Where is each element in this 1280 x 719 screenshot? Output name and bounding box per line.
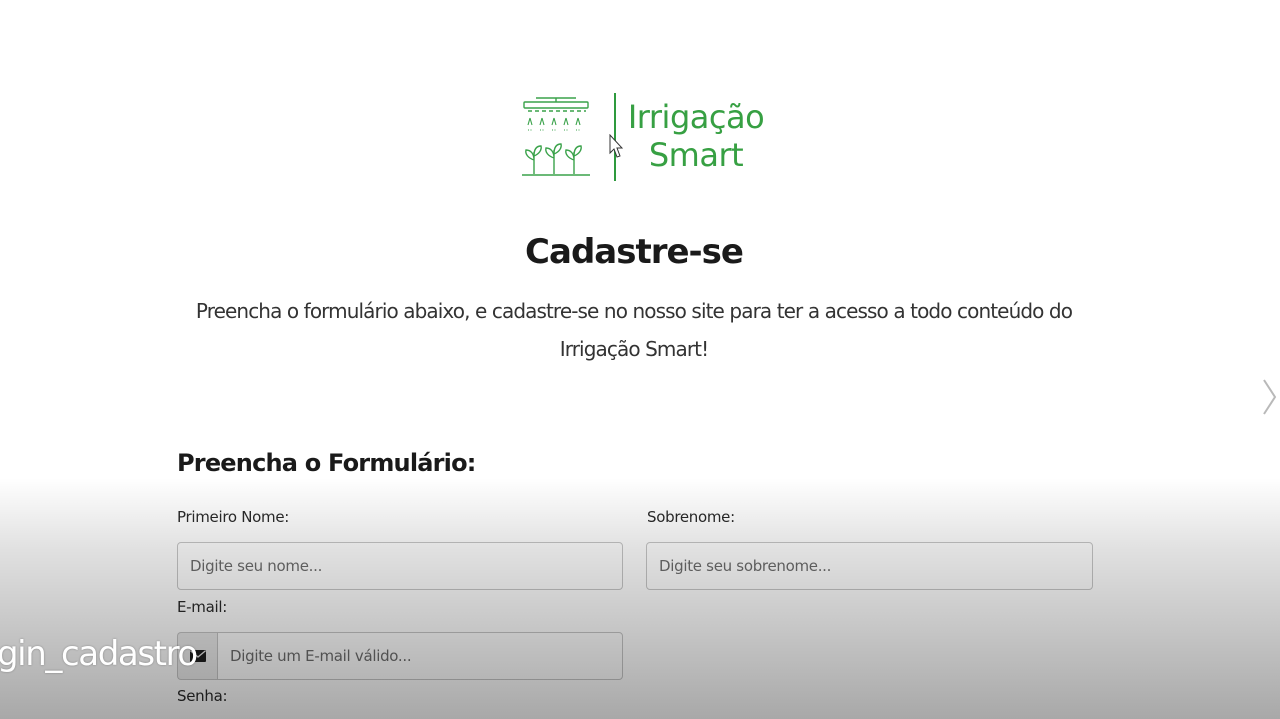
brand-name-line2: Smart	[648, 136, 744, 174]
first-name-input[interactable]	[177, 542, 623, 590]
page-subtitle: Preencha o formulário abaixo, e cadastre…	[195, 299, 1073, 361]
brand-logo: Irrigação Smart	[520, 90, 765, 186]
first-name-label: Primeiro Nome:	[177, 508, 289, 526]
mouse-pointer-icon	[609, 134, 623, 158]
overlay-caption: gin_cadastro	[0, 634, 198, 674]
email-input[interactable]	[217, 632, 623, 680]
brand-name-line1: Irrigação	[627, 98, 765, 136]
form-heading: Preencha o Formulário:	[177, 449, 476, 477]
chevron-right-icon[interactable]	[1262, 378, 1278, 416]
page-title: Cadastre-se	[525, 232, 744, 272]
email-label: E-mail:	[177, 598, 227, 616]
password-label: Senha:	[177, 687, 228, 705]
brand-name: Irrigação Smart	[626, 98, 766, 174]
last-name-label: Sobrenome:	[647, 508, 735, 526]
last-name-input[interactable]	[646, 542, 1093, 590]
irrigation-sprinkler-plants-icon	[522, 97, 590, 176]
